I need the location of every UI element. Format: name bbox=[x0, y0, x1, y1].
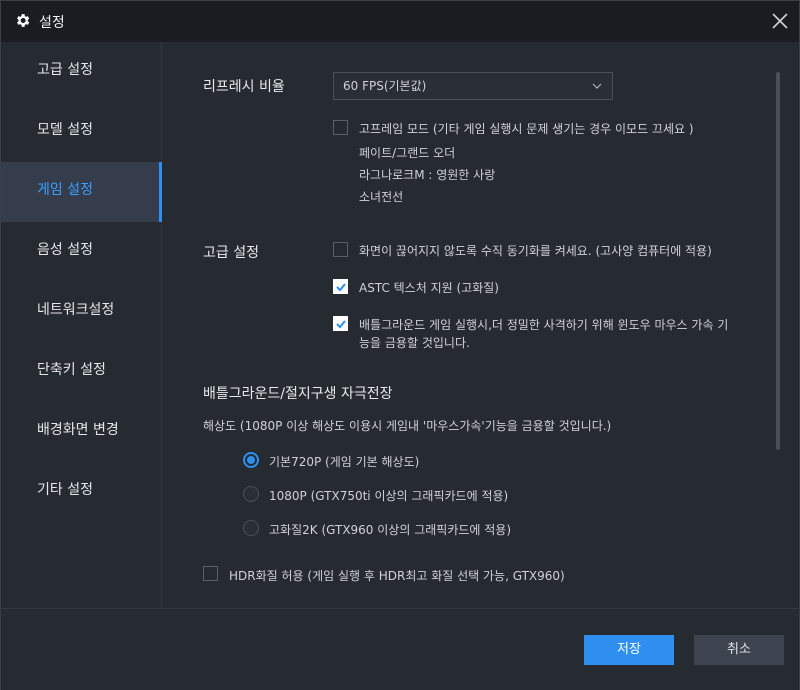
resolution-720p-label: 기본720P (게임 기본 해상도) bbox=[269, 455, 420, 469]
sidebar-item-wallpaper[interactable]: 배경화면 변경 bbox=[1, 402, 162, 462]
refresh-rate-value: 60 FPS(기본값) bbox=[343, 79, 427, 93]
refresh-rate-label: 리프레시 비율 bbox=[203, 79, 285, 95]
scrollbar[interactable] bbox=[776, 72, 780, 450]
resolution-2k-label: 고화질2K (GTX960 이상의 그래픽카드에 적용) bbox=[269, 523, 512, 537]
sidebar-item-advanced[interactable]: 고급 설정 bbox=[1, 42, 162, 102]
resolution-2k-radio[interactable] bbox=[243, 520, 259, 536]
sidebar: 고급 설정 모델 설정 게임 설정 음성 설정 네트워크설정 단축키 설정 배경… bbox=[1, 42, 162, 608]
sidebar-item-model[interactable]: 모델 설정 bbox=[1, 102, 162, 162]
high-frame-checkbox[interactable] bbox=[333, 120, 348, 135]
advanced-label: 고급 설정 bbox=[203, 245, 259, 261]
gear-icon bbox=[17, 14, 30, 27]
game-item-fgo: 페이트/그랜드 오더 bbox=[359, 146, 456, 160]
sidebar-item-network[interactable]: 네트워크설정 bbox=[1, 282, 162, 342]
pubg-section-title: 배틀그라운드/절지구생 자극전장 bbox=[203, 386, 393, 402]
pubg-resolution-note: 해상도 (1080P 이상 해상도 이용시 게임내 '마우스가속'기능을 금용할… bbox=[203, 419, 612, 433]
footer bbox=[1, 608, 799, 690]
astc-checkbox[interactable] bbox=[333, 279, 348, 294]
vsync-label: 화면이 끊어지지 않도록 수직 동기화를 켜세요. (고사양 컴퓨터에 적용) bbox=[359, 244, 712, 258]
sidebar-item-game[interactable]: 게임 설정 bbox=[1, 162, 162, 222]
resolution-1080p-radio[interactable] bbox=[243, 486, 259, 502]
resolution-720p-radio[interactable] bbox=[243, 452, 259, 468]
game-item-girls-frontline: 소녀전선 bbox=[359, 190, 404, 204]
checkmark-icon bbox=[336, 320, 346, 329]
hdr-checkbox[interactable] bbox=[203, 566, 218, 581]
save-button[interactable]: 저장 bbox=[584, 635, 674, 665]
close-icon[interactable] bbox=[769, 10, 791, 32]
sidebar-item-audio[interactable]: 음성 설정 bbox=[1, 222, 162, 282]
mouse-accel-checkbox[interactable] bbox=[333, 316, 348, 331]
cancel-button[interactable]: 취소 bbox=[694, 635, 784, 665]
high-frame-label: 고프레임 모드 (기타 게임 실행시 문제 생기는 경우 이모드 끄세요 ) bbox=[359, 122, 694, 136]
title-bar: 설정 bbox=[1, 1, 799, 42]
window-title: 설정 bbox=[39, 15, 65, 31]
checkmark-icon bbox=[336, 283, 346, 292]
hdr-label: HDR화질 허용 (게임 실행 후 HDR최고 화질 선택 가능, GTX960… bbox=[229, 569, 565, 583]
vsync-checkbox[interactable] bbox=[333, 242, 348, 257]
game-item-ragnarok: 라그나로크M : 영원한 사랑 bbox=[359, 168, 496, 182]
mouse-accel-label-line1: 배틀그라운드 게임 실행시,더 정밀한 사격하기 위해 윈도우 마우스 가속 기 bbox=[359, 318, 729, 332]
mouse-accel-label-line2: 능을 금용할 것입니다. bbox=[359, 336, 470, 350]
chevron-down-icon bbox=[592, 83, 602, 89]
sidebar-item-shortcut[interactable]: 단축키 설정 bbox=[1, 342, 162, 402]
settings-window: 설정 고급 설정 모델 설정 게임 설정 음성 설정 네트워크설정 단축키 설정… bbox=[0, 0, 800, 690]
astc-label: ASTC 텍스처 지원 (고화질) bbox=[359, 281, 499, 295]
resolution-1080p-label: 1080P (GTX750ti 이상의 그래픽카드에 적용) bbox=[269, 489, 509, 503]
refresh-rate-select[interactable]: 60 FPS(기본값) bbox=[333, 72, 613, 100]
sidebar-item-other[interactable]: 기타 설정 bbox=[1, 462, 162, 522]
